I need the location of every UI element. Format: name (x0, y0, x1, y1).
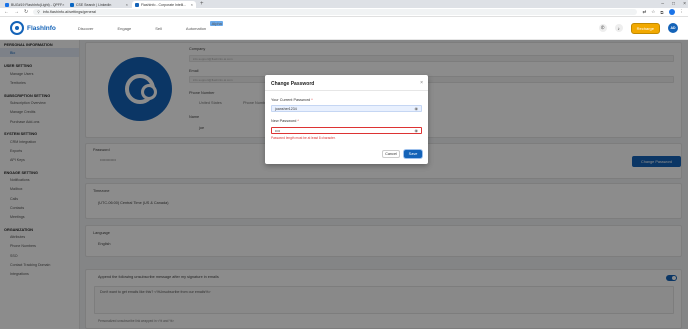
tab-label: BUG#19 FlashInfo(Light) - QPFF (11, 2, 63, 7)
tab-close-icon[interactable]: × (62, 2, 64, 7)
tab-favicon-icon (5, 2, 9, 7)
extensions-icon[interactable]: ⧉ (660, 10, 663, 15)
current-password-label-text: Your Current Password (271, 98, 311, 102)
back-icon[interactable]: ← (4, 9, 9, 15)
notification-bell-icon[interactable]: ♪ (614, 24, 623, 32)
nav-discover[interactable]: Discover (78, 26, 94, 31)
password-error-message: Password length must be at least 8 chara… (271, 136, 336, 140)
address-bar[interactable]: ⚲ info.flashinfo.ai/settings/general (33, 9, 638, 15)
close-icon[interactable]: × (420, 80, 423, 86)
new-password-label-text: New Password (271, 119, 297, 123)
new-tab-button[interactable]: + (197, 1, 207, 7)
browser-tab-3[interactable]: FlashInfo - Corporate Intelli... × (132, 1, 196, 8)
new-password-value: •••• (275, 128, 281, 133)
minimize-icon[interactable]: – (661, 1, 664, 7)
modal-divider (265, 90, 428, 91)
browser-menu-icon[interactable]: ⋮ (680, 9, 685, 15)
forward-icon[interactable]: → (14, 9, 19, 15)
required-mark: * (311, 98, 313, 102)
current-password-label: Your Current Password * (271, 98, 313, 102)
app-header: FlashInfo Discover Engage Sell Automatio… (0, 17, 688, 40)
window-controls: – □ × (661, 1, 686, 7)
save-button[interactable]: Save (404, 150, 422, 158)
modal-title: Change Password (271, 81, 315, 87)
nav-engage[interactable]: Engage (117, 26, 131, 31)
browser-tab-1[interactable]: BUG#19 FlashInfo(Light) - QPFF × (2, 1, 66, 8)
nav-automation-label: Automation (185, 25, 207, 31)
new-password-input[interactable]: •••• ◉ (271, 127, 422, 134)
cancel-button[interactable]: Cancel (382, 150, 400, 158)
top-nav: Discover Engage Sell AutomationAlpha (78, 20, 224, 31)
browser-tab-bar: BUG#19 FlashInfo(Light) - QPFF × CSE Sea… (0, 0, 688, 8)
logo-mark-icon (10, 21, 24, 35)
eye-icon[interactable]: ◉ (415, 106, 419, 111)
url-text: info.flashinfo.ai/settings/general (42, 10, 96, 14)
user-avatar[interactable]: AD (668, 23, 678, 33)
nav-sell[interactable]: Sell (155, 26, 162, 31)
current-password-input[interactable]: joansher1234 ◉ (271, 105, 422, 112)
nav-automation[interactable]: AutomationAlpha (185, 20, 224, 31)
app-logo[interactable]: FlashInfo (10, 21, 56, 35)
tab-favicon-icon (135, 2, 139, 7)
current-password-value: joansher1234 (275, 106, 297, 111)
maximize-icon[interactable]: □ (672, 1, 675, 7)
reload-icon[interactable]: ↻ (24, 9, 28, 15)
logo-text: FlashInfo (27, 24, 56, 32)
translate-icon[interactable]: ⇄ (642, 9, 646, 15)
browser-toolbar: ← → ↻ ⚲ info.flashinfo.ai/settings/gener… (0, 8, 688, 17)
browser-tab-2[interactable]: CSE Search | LinkedIn × (67, 1, 131, 8)
tab-label: CSE Search | LinkedIn (76, 2, 112, 7)
eye-icon[interactable]: ◉ (415, 128, 419, 133)
required-mark: * (297, 119, 299, 123)
tab-close-icon[interactable]: × (126, 2, 128, 7)
recharge-button[interactable]: Recharge (630, 22, 660, 34)
tab-label: FlashInfo - Corporate Intelli... (141, 2, 187, 7)
browser-profile-avatar[interactable] (668, 9, 675, 15)
tab-close-icon[interactable]: × (191, 2, 193, 7)
site-info-icon[interactable]: ⚲ (37, 10, 40, 14)
tab-favicon-icon (70, 2, 74, 7)
phone-icon[interactable]: ✆ (598, 24, 607, 32)
header-actions: ✆ ♪ Recharge AD (598, 22, 678, 34)
beta-badge: Alpha (210, 20, 224, 26)
new-password-label: New Password * (271, 119, 299, 123)
close-window-icon[interactable]: × (683, 1, 686, 7)
bookmark-star-icon[interactable]: ☆ (651, 9, 655, 15)
